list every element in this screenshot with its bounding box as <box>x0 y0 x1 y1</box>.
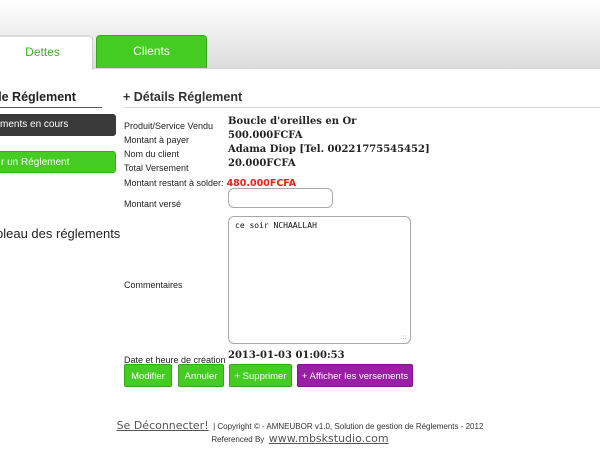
field-label: Commentaires <box>124 280 183 290</box>
field-value: Adama Diop [Tel. 00221775545452] <box>228 144 430 155</box>
field-value: Boucle d'oreilles en Or <box>228 116 357 127</box>
tab-divider <box>93 68 600 69</box>
field-value: 500.000FCFA <box>228 130 303 141</box>
footer-line-2: Referenced By www.mbskstudio.com <box>0 429 600 447</box>
referenced-by-text: Referenced By <box>211 435 265 444</box>
resize-grip-icon[interactable]: .:: <box>400 333 407 341</box>
montant-verse-input[interactable] <box>228 188 333 208</box>
modifier-button[interactable]: Modifier <box>124 364 172 387</box>
field-label: Montant restant à solder: <box>124 178 224 188</box>
sidebar-link-tableau-reglements[interactable]: bleau des réglements <box>0 226 120 241</box>
details-heading: + Détails Réglement <box>123 90 600 108</box>
field-label: Montant versé <box>124 199 182 209</box>
field-value: 2013-01-03 01:00:53 <box>228 350 345 361</box>
afficher-versements-button[interactable]: + Afficher les versements <box>297 364 413 387</box>
website-link[interactable]: www.mbskstudio.com <box>269 432 389 445</box>
sidebar-heading: de Réglement <box>0 90 102 108</box>
sidebar-button-ajouter-reglement[interactable]: r un Réglement <box>0 151 116 173</box>
field-value: 20.000FCFA <box>228 158 296 169</box>
tab-clients[interactable]: Clients <box>96 35 207 69</box>
field-row-montant-verse: Montant versé <box>124 194 181 212</box>
tab-dettes[interactable]: Dettes <box>0 35 93 70</box>
field-row-commentaires: Commentaires <box>124 275 183 293</box>
field-label: Total Versement <box>124 163 189 173</box>
commentaires-textarea[interactable]: ce soir NCHAALLAH .:: <box>228 216 411 344</box>
supprimer-button[interactable]: + Supprimer <box>229 364 292 387</box>
sidebar-button-en-cours[interactable]: ments en cours <box>0 114 116 136</box>
commentaires-text: ce soir NCHAALLAH <box>235 221 317 230</box>
annuler-button[interactable]: Annuler <box>178 364 224 387</box>
